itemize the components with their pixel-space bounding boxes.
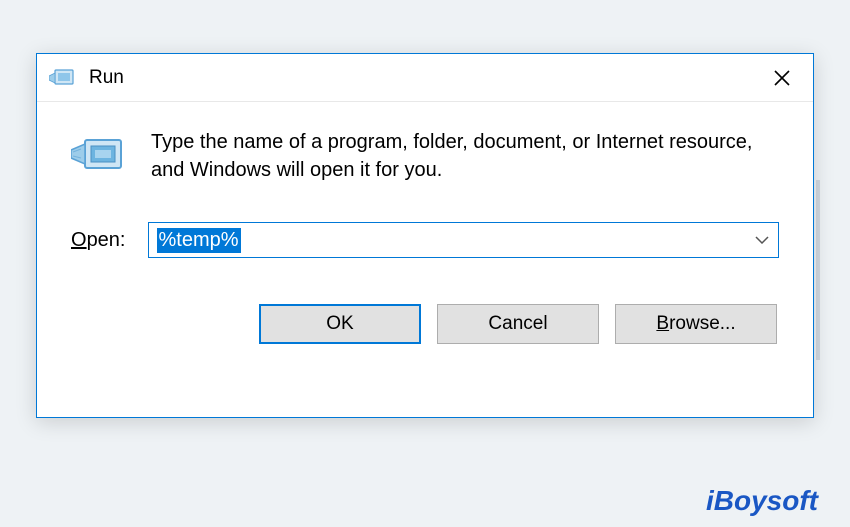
close-button[interactable] — [759, 58, 805, 98]
button-row: OK Cancel Browse... — [71, 304, 779, 344]
run-icon-large — [71, 130, 127, 182]
open-input[interactable]: %temp% — [149, 223, 747, 257]
input-row: Open: %temp% — [71, 222, 779, 258]
titlebar[interactable]: Run — [37, 54, 813, 102]
description-row: Type the name of a program, folder, docu… — [71, 128, 779, 184]
open-label: Open: — [71, 229, 126, 252]
dialog-title: Run — [89, 67, 759, 89]
browse-button[interactable]: Browse... — [615, 304, 777, 344]
combobox-dropdown-button[interactable] — [746, 223, 778, 257]
background-hint — [816, 180, 820, 360]
description-text: Type the name of a program, folder, docu… — [151, 128, 779, 184]
run-dialog: Run Type the name of a program, folder, … — [36, 53, 814, 418]
watermark: iBoysoft — [706, 485, 818, 517]
cancel-button[interactable]: Cancel — [437, 304, 599, 344]
input-value-selected: %temp% — [157, 228, 241, 253]
chevron-down-icon — [755, 236, 769, 244]
dialog-content: Type the name of a program, folder, docu… — [37, 102, 813, 344]
open-combobox[interactable]: %temp% — [148, 222, 780, 258]
run-icon — [49, 66, 77, 90]
close-icon — [774, 70, 790, 86]
ok-button[interactable]: OK — [259, 304, 421, 344]
